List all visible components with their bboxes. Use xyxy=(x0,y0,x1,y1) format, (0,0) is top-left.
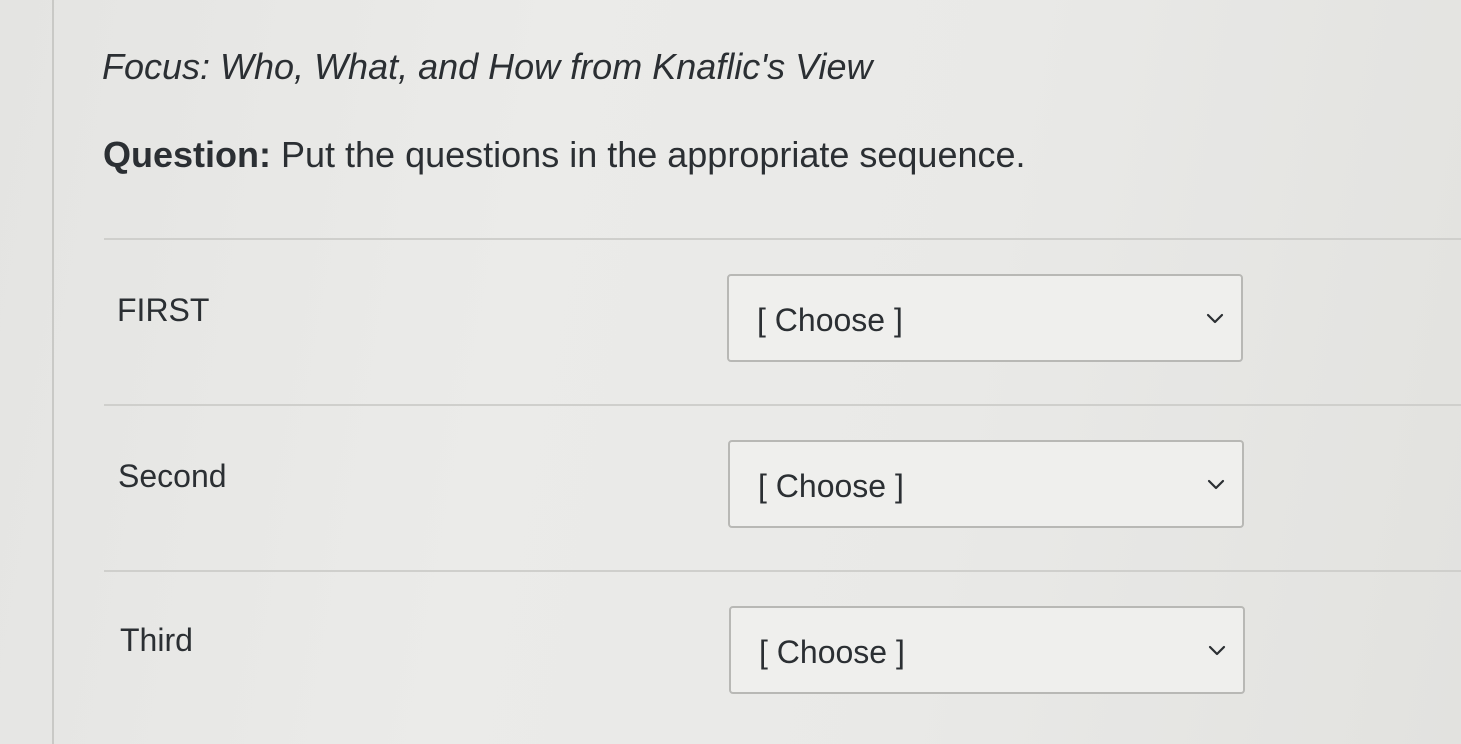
select-value: [ Choose ] xyxy=(757,302,903,338)
question-text: Put the questions in the appropriate seq… xyxy=(281,134,1026,175)
row-label-first: FIRST xyxy=(117,292,210,328)
select-value: [ Choose ] xyxy=(758,468,904,504)
question-label: Question: xyxy=(103,134,271,175)
chevron-down-icon xyxy=(1207,479,1225,490)
row-label-second: Second xyxy=(118,458,227,494)
divider xyxy=(104,238,1461,240)
divider xyxy=(104,404,1461,406)
row-label-third: Third xyxy=(120,622,193,658)
third-select[interactable]: [ Choose ] xyxy=(729,606,1245,694)
focus-heading: Focus: Who, What, and How from Knaflic's… xyxy=(102,46,873,87)
left-border xyxy=(52,0,54,744)
divider xyxy=(104,570,1461,572)
chevron-down-icon xyxy=(1208,645,1226,656)
first-select[interactable]: [ Choose ] xyxy=(727,274,1243,362)
question-prompt: Question: Put the questions in the approp… xyxy=(103,134,1026,176)
chevron-down-icon xyxy=(1206,313,1224,324)
select-value: [ Choose ] xyxy=(759,634,905,670)
second-select[interactable]: [ Choose ] xyxy=(728,440,1244,528)
